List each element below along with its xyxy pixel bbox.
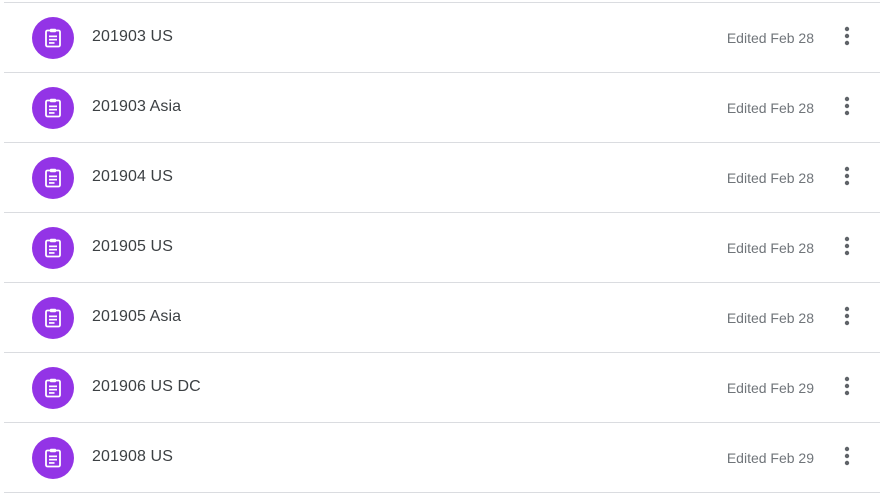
form-avatar [32,297,74,339]
more-vert-icon [844,376,850,401]
list-item[interactable]: 201906 US DC Edited Feb 29 [4,353,880,423]
form-avatar [32,367,74,409]
item-title: 201905 Asia [92,308,182,325]
more-options-button[interactable] [830,160,864,196]
item-edited-date: Edited Feb 28 [726,100,814,116]
more-options-button[interactable] [830,20,864,56]
clipboard-icon [41,446,65,470]
list-item[interactable]: 201908 US Edited Feb 29 [4,423,880,493]
list-item[interactable]: 201904 US Edited Feb 28 [4,143,880,213]
item-title: 201903 Asia [92,98,182,115]
item-edited-date: Edited Feb 28 [726,170,814,186]
list-item[interactable]: 201905 US Edited Feb 28 [4,213,880,283]
clipboard-icon [41,166,65,190]
item-title: 201903 US [92,28,173,45]
form-avatar [32,17,74,59]
more-options-button[interactable] [830,440,864,476]
item-title: 201908 US [92,448,173,465]
form-avatar [32,437,74,479]
form-avatar [32,227,74,269]
clipboard-icon [41,26,65,50]
list-item[interactable]: 201903 US Edited Feb 28 [4,3,880,73]
form-avatar [32,87,74,129]
form-list: 201903 US Edited Feb 28 201903 Asia Edit… [4,2,880,493]
clipboard-icon [41,376,65,400]
more-vert-icon [844,26,850,51]
more-options-button[interactable] [830,300,864,336]
list-item[interactable]: 201905 Asia Edited Feb 28 [4,283,880,353]
item-title: 201905 US [92,238,173,255]
more-options-button[interactable] [830,90,864,126]
more-vert-icon [844,166,850,191]
more-vert-icon [844,306,850,331]
item-title: 201904 US [92,168,173,185]
more-vert-icon [844,446,850,471]
form-avatar [32,157,74,199]
item-edited-date: Edited Feb 29 [726,380,814,396]
clipboard-icon [41,236,65,260]
item-edited-date: Edited Feb 28 [726,310,814,326]
item-edited-date: Edited Feb 29 [726,450,814,466]
more-vert-icon [844,236,850,261]
item-edited-date: Edited Feb 28 [726,30,814,46]
item-title: 201906 US DC [92,378,201,395]
item-edited-date: Edited Feb 28 [726,240,814,256]
list-item[interactable]: 201903 Asia Edited Feb 28 [4,73,880,143]
clipboard-icon [41,306,65,330]
more-options-button[interactable] [830,230,864,266]
more-options-button[interactable] [830,370,864,406]
clipboard-icon [41,96,65,120]
more-vert-icon [844,96,850,121]
